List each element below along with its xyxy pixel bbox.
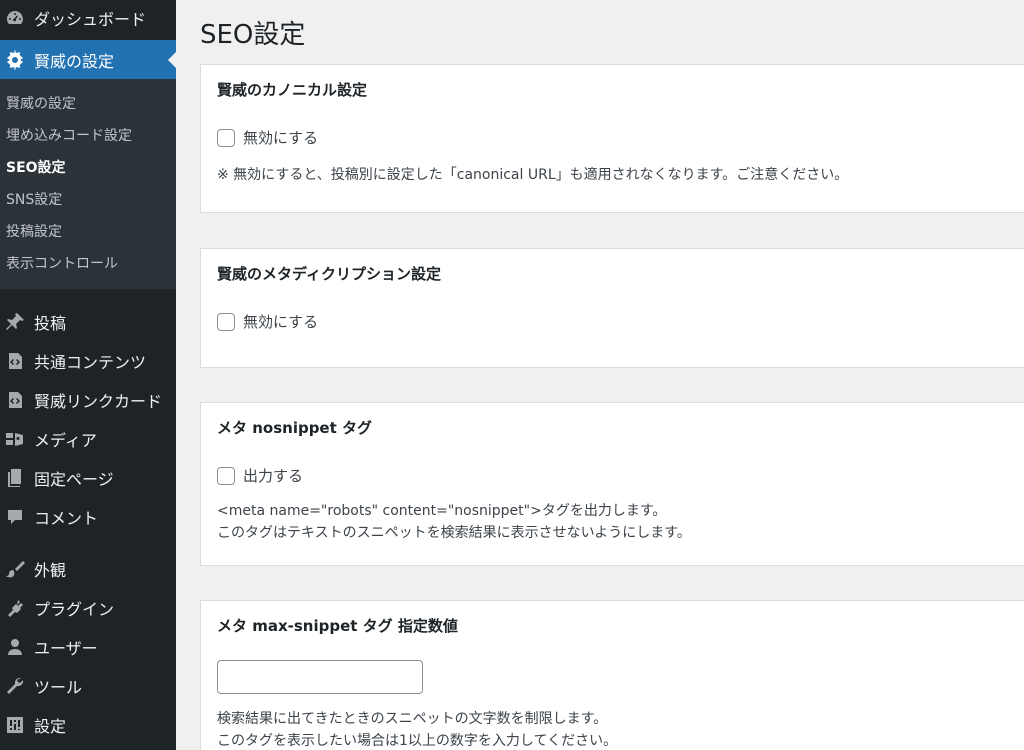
code-block-icon — [4, 389, 26, 411]
kenshi-submenu: 賢威の設定 埋め込みコード設定 SEO設定 SNS設定 投稿設定 表示コントロー… — [0, 79, 176, 289]
main-content: SEO設定 賢威のカノニカル設定 無効にする ※ 無効にすると、投稿別に設定した… — [176, 0, 1024, 750]
canonical-settings-card: 賢威のカノニカル設定 無効にする ※ 無効にすると、投稿別に設定した「canon… — [200, 64, 1024, 213]
menu-comments-label: コメント — [34, 508, 99, 528]
pin-icon — [4, 311, 26, 333]
submenu-embed-code[interactable]: 埋め込みコード設定 — [0, 119, 176, 151]
menu-posts-label: 投稿 — [34, 313, 67, 333]
menu-settings[interactable]: 設定 — [0, 705, 176, 744]
nosnippet-description: <meta name="robots" content="nosnippet">… — [217, 500, 1024, 544]
admin-sidebar: ダッシュボード 賢威の設定 賢威の設定 埋め込みコード設定 SEO設定 SNS設… — [0, 0, 176, 750]
media-icon — [4, 428, 26, 450]
nosnippet-card: メタ nosnippet タグ 出力する <meta name="robots"… — [200, 402, 1024, 566]
nosnippet-output-label: 出力する — [243, 467, 304, 485]
menu-media[interactable]: メディア — [0, 419, 176, 458]
submenu-display-control[interactable]: 表示コントロール — [0, 247, 176, 279]
comment-icon — [4, 506, 26, 528]
settings-sliders-icon — [4, 714, 26, 736]
wrench-icon — [4, 675, 26, 697]
user-icon — [4, 636, 26, 658]
menu-appearance[interactable]: 外観 — [0, 549, 176, 588]
page-title: SEO設定 — [200, 20, 306, 50]
gear-icon — [4, 49, 26, 71]
canonical-settings-title: 賢威のカノニカル設定 — [217, 81, 368, 99]
meta-description-disable-option[interactable]: 無効にする — [217, 311, 1024, 332]
canonical-disable-label: 無効にする — [243, 129, 319, 147]
max-snippet-card: メタ max-snippet タグ 指定数値 検索結果に出てきたときのスニペット… — [200, 600, 1024, 750]
menu-users[interactable]: ユーザー — [0, 627, 176, 666]
meta-description-disable-checkbox[interactable] — [217, 312, 235, 331]
menu-appearance-label: 外観 — [34, 560, 67, 580]
submenu-sns-settings[interactable]: SNS設定 — [0, 183, 176, 215]
menu-pages[interactable]: 固定ページ — [0, 458, 176, 497]
menu-pages-label: 固定ページ — [34, 469, 114, 489]
max-snippet-description-line1: 検索結果に出てきたときのスニペットの文字数を制限します。 — [217, 711, 608, 727]
canonical-disable-checkbox[interactable] — [217, 128, 235, 147]
menu-dashboard[interactable]: ダッシュボード — [0, 0, 176, 40]
menu-dashboard-label: ダッシュボード — [34, 10, 147, 29]
menu-plugins-label: プラグイン — [34, 599, 115, 619]
nosnippet-description-line2: このタグはテキストのスニペットを検索結果に表示させないようにします。 — [217, 525, 691, 541]
menu-kenshi-settings[interactable]: 賢威の設定 — [0, 40, 176, 79]
menu-tools-label: ツール — [34, 677, 83, 697]
nosnippet-description-line1: <meta name="robots" content="nosnippet">… — [217, 503, 667, 519]
meta-description-settings-card: 賢威のメタディクリプション設定 無効にする — [200, 248, 1024, 368]
max-snippet-title: メタ max-snippet タグ 指定数値 — [217, 617, 458, 635]
pages-icon — [4, 467, 26, 489]
menu-link-card[interactable]: 賢威リンクカード — [0, 380, 176, 419]
menu-common-contents[interactable]: 共通コンテンツ — [0, 341, 176, 380]
meta-description-disable-label: 無効にする — [243, 313, 319, 331]
max-snippet-description-line2: このタグを表示したい場合は1以上の数字を入力してください。 — [217, 733, 618, 749]
brush-icon — [4, 558, 26, 580]
menu-comments[interactable]: コメント — [0, 497, 176, 536]
nosnippet-title: メタ nosnippet タグ — [217, 419, 372, 437]
menu-kenshi-settings-label: 賢威の設定 — [34, 51, 115, 71]
nosnippet-output-option[interactable]: 出力する — [217, 465, 1024, 486]
canonical-note: ※ 無効にすると、投稿別に設定した「canonical URL」も適用されなくな… — [217, 167, 849, 183]
menu-media-label: メディア — [34, 430, 97, 450]
submenu-seo-settings[interactable]: SEO設定 — [0, 151, 176, 183]
menu-link-card-label: 賢威リンクカード — [34, 391, 163, 411]
meta-description-settings-title: 賢威のメタディクリプション設定 — [217, 265, 441, 283]
submenu-post-settings[interactable]: 投稿設定 — [0, 215, 176, 247]
menu-posts[interactable]: 投稿 — [0, 302, 176, 341]
nosnippet-output-checkbox[interactable] — [217, 466, 235, 485]
max-snippet-description: 検索結果に出てきたときのスニペットの文字数を制限します。 このタグを表示したい場… — [217, 708, 1024, 750]
canonical-disable-option[interactable]: 無効にする — [217, 127, 1024, 148]
max-snippet-input[interactable] — [217, 660, 423, 694]
menu-tools[interactable]: ツール — [0, 666, 176, 705]
menu-plugins[interactable]: プラグイン — [0, 588, 176, 627]
submenu-kenshi-settings[interactable]: 賢威の設定 — [0, 87, 176, 119]
dashboard-icon — [4, 7, 26, 29]
menu-settings-label: 設定 — [34, 716, 67, 736]
menu-users-label: ユーザー — [34, 638, 98, 658]
code-block-icon — [4, 350, 26, 372]
menu-common-contents-label: 共通コンテンツ — [34, 352, 147, 372]
plug-icon — [4, 597, 26, 619]
